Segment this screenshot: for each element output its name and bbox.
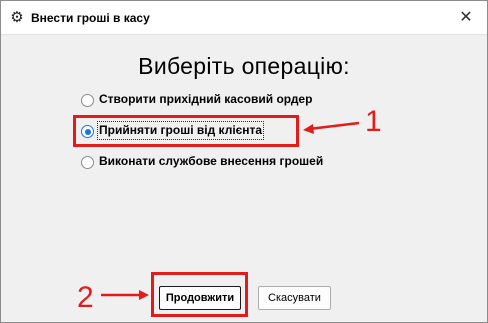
radio-create-receipt-order[interactable]: [81, 94, 94, 107]
title-bar: ⚙ Внести гроші в касу ✕: [1, 1, 487, 35]
annotation-arrow-2: [101, 290, 149, 300]
annotation-number-1: 1: [365, 105, 382, 138]
cancel-button[interactable]: Скасувати: [258, 286, 331, 310]
gear-icon: ⚙: [10, 8, 24, 26]
annotation-arrow-1: [303, 121, 360, 134]
radio-service-deposit[interactable]: [81, 156, 94, 169]
option-label: Створити прихідний касовий ордер: [99, 92, 313, 106]
annotation-highlight-continue: [151, 272, 248, 317]
close-button[interactable]: ✕: [455, 6, 477, 28]
option-label: Виконати службове внесення грошей: [99, 154, 324, 168]
annotation-highlight-option: [73, 115, 299, 147]
dialog-window: ⚙ Внести гроші в касу ✕ Виберіть операці…: [0, 0, 488, 323]
page-title: Виберіть операцію:: [138, 53, 350, 79]
window-title: Внести гроші в касу: [31, 11, 150, 25]
annotation-number-2: 2: [77, 281, 94, 314]
